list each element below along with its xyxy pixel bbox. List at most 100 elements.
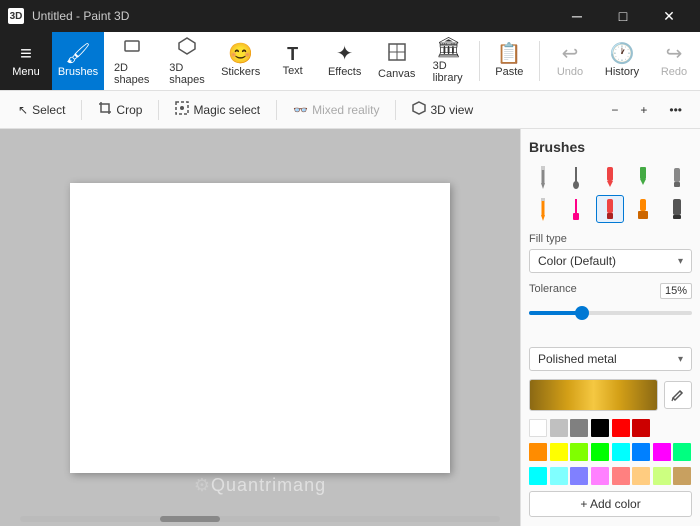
magic-select-label: Magic select [193,103,260,117]
toolbar-separator-3 [276,100,277,120]
color-light-gray[interactable] [550,419,568,437]
mixed-reality-icon: 👓 [293,103,308,117]
fill-type-dropdown[interactable]: Color (Default) ▾ [529,249,692,273]
tab-effects[interactable]: ✦ Effects [319,32,371,90]
slider-thumb[interactable] [575,306,589,320]
tab-paste[interactable]: 📋 Paste [483,32,535,90]
ribbon-separator-2 [539,41,540,81]
fill-type-value: Color (Default) [538,254,616,268]
brush-pencil[interactable] [529,163,557,191]
effects-icon: ✦ [336,44,353,64]
tab-menu-label: Menu [12,66,40,78]
color-pink[interactable] [591,467,609,485]
tab-brushes[interactable]: 🖌 Brushes [52,32,104,90]
tab-menu[interactable]: ≡ Menu [0,32,52,90]
brush-marker[interactable] [596,163,624,191]
tab-undo[interactable]: ↩ Undo [544,32,596,90]
brush-calligraphy[interactable] [562,163,590,191]
title-bar-left: 3D Untitled - Paint 3D [8,8,129,24]
color-salmon[interactable] [612,467,630,485]
scrollbar-thumb[interactable] [160,516,220,522]
slider-fill [529,311,578,315]
crop-icon [98,101,112,118]
3d-view-icon [412,101,426,118]
brush-pencil2[interactable] [529,195,557,223]
tab-redo[interactable]: ↪ Redo [648,32,700,90]
canvas-area[interactable]: ⚙Quantrimang [0,129,520,526]
brush-spray[interactable] [663,163,691,191]
tolerance-slider[interactable] [529,305,692,321]
tab-text[interactable]: T Text [267,32,319,90]
tab-3dshapes[interactable]: 3D shapes [159,32,214,90]
canvas-icon [387,42,407,66]
color-gray[interactable] [570,419,588,437]
zoom-in-button[interactable]: + [630,96,657,124]
text-icon: T [287,45,298,63]
material-arrow: ▾ [678,354,683,365]
window-controls: ─ □ ✕ [554,0,692,32]
color-light-cyan[interactable] [550,467,568,485]
brush-orange[interactable] [629,195,657,223]
canvas-surface[interactable] [70,183,450,473]
tab-3dlibrary-label: 3D library [433,60,465,84]
ribbon-tabs: ≡ Menu 🖌 Brushes 2D shapes 3D shapes 😊 S… [0,32,700,90]
color-palette-row2 [529,443,692,461]
tab-paste-label: Paste [495,66,523,78]
close-button[interactable]: ✕ [646,0,692,32]
color-palette-row1 [529,419,692,437]
stickers-icon: 😊 [228,44,253,64]
zoom-out-button[interactable]: − [601,96,628,124]
color-blue[interactable] [632,443,650,461]
color-cyan[interactable] [612,443,630,461]
color-lime[interactable] [570,443,588,461]
more-options-button[interactable]: ••• [659,96,692,124]
color-swatch-main[interactable] [529,379,658,411]
tab-canvas[interactable]: Canvas [371,32,423,90]
material-dropdown[interactable]: Polished metal ▾ [529,347,692,371]
3d-view-tool[interactable]: 3D view [402,96,483,124]
color-green[interactable] [591,443,609,461]
color-black[interactable] [591,419,609,437]
swatch-edit-button[interactable] [664,381,692,409]
maximize-button[interactable]: □ [600,0,646,32]
tab-text-label: Text [283,65,303,77]
magic-select-tool[interactable]: Magic select [165,96,270,124]
minimize-button[interactable]: ─ [554,0,600,32]
brush-fill[interactable] [629,163,657,191]
add-color-button[interactable]: + Add color [529,491,692,517]
horizontal-scrollbar[interactable] [20,516,500,522]
brush-marker2[interactable] [562,195,590,223]
tolerance-value: 15% [660,283,692,299]
tab-3dlibrary[interactable]: 🏛 3D library [423,32,475,90]
3dshapes-icon [177,36,197,60]
color-magenta[interactable] [653,443,671,461]
fill-type-arrow: ▾ [678,256,683,267]
tab-stickers[interactable]: 😊 Stickers [215,32,267,90]
color-dark-red2[interactable] [632,419,650,437]
tab-history[interactable]: 🕐 History [596,32,648,90]
color-yellow-green[interactable] [653,467,671,485]
select-tool[interactable]: ↖ Select [8,96,75,124]
brush-dark[interactable] [663,195,691,223]
crop-tool[interactable]: Crop [88,96,152,124]
color-yellow[interactable] [550,443,568,461]
tab-2dshapes[interactable]: 2D shapes [104,32,159,90]
color-white[interactable] [529,419,547,437]
color-empty2 [673,419,691,437]
color-periwinkle[interactable] [570,467,588,485]
ribbon: ≡ Menu 🖌 Brushes 2D shapes 3D shapes 😊 S… [0,32,700,91]
tab-2dshapes-label: 2D shapes [114,62,149,86]
color-spring[interactable] [673,443,691,461]
color-orange[interactable] [529,443,547,461]
color-tan[interactable] [673,467,691,485]
color-peach[interactable] [632,467,650,485]
color-palette-row3 [529,467,692,485]
brush-pen-selected[interactable] [596,195,624,223]
tab-effects-label: Effects [328,66,361,78]
toolbar: ↖ Select Crop Magic select 👓 Mixed reali… [0,91,700,129]
watermark-text: Quantrimang [211,475,326,495]
tab-history-label: History [605,66,639,78]
color-aqua[interactable] [529,467,547,485]
color-red[interactable] [612,419,630,437]
toolbar-separator-4 [395,100,396,120]
